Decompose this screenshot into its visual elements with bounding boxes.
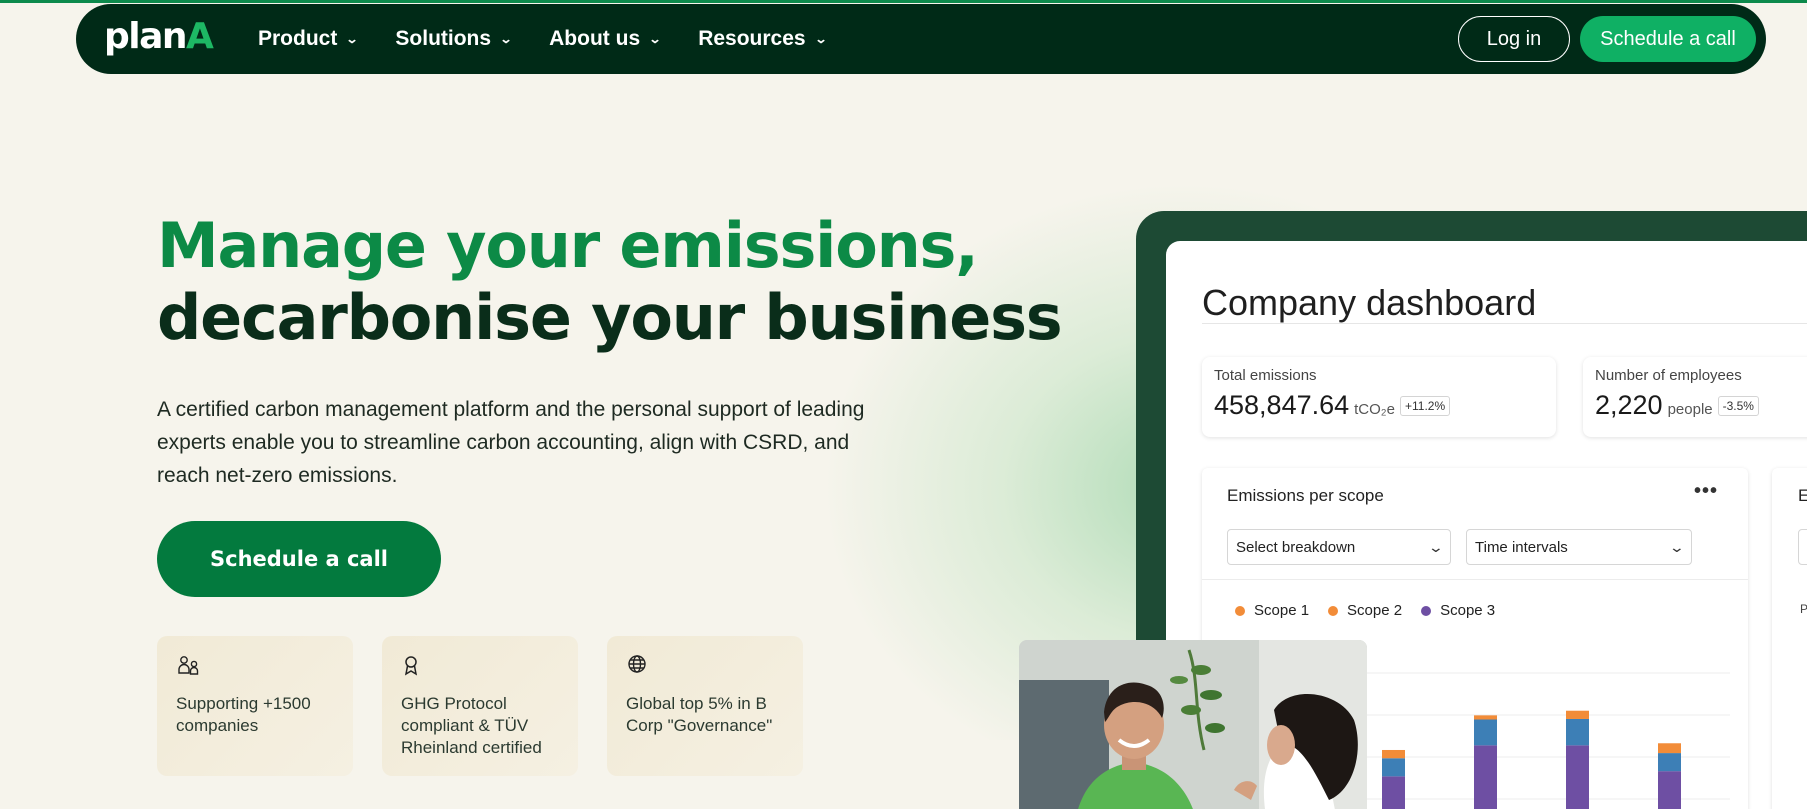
- bar-scope-3[interactable]: [1566, 745, 1589, 809]
- bar-scope-3[interactable]: [1474, 745, 1497, 809]
- bar-scope-1[interactable]: [1658, 743, 1681, 754]
- nav-item-solutions[interactable]: Solutions ⌄: [395, 27, 513, 51]
- bar-scope-1[interactable]: [1474, 715, 1497, 720]
- main-navbar: planA Product ⌄ Solutions ⌄ About us ⌄ Reso…: [76, 4, 1766, 74]
- hero-subtitle: A certified carbon management platform a…: [157, 398, 865, 487]
- bar-scope-1[interactable]: [1382, 749, 1405, 759]
- bar-scope-2[interactable]: [1474, 719, 1497, 746]
- dashboard-divider: [1202, 323, 1807, 324]
- chevron-down-icon: ⌄: [345, 32, 359, 46]
- bar-scope-2[interactable]: [1382, 758, 1405, 777]
- feature-card-bcorp: Global top 5% in B Corp "Governance": [607, 636, 803, 776]
- bar-scope-3[interactable]: [1658, 771, 1681, 809]
- login-button[interactable]: Log in: [1458, 16, 1570, 62]
- plana-logo[interactable]: planA: [104, 16, 214, 57]
- kpi-value: 2,220: [1595, 390, 1663, 420]
- headline-line-2: decarbonise your business: [157, 281, 1063, 354]
- chevron-down-icon: ⌄: [814, 32, 828, 46]
- bar-scope-3[interactable]: [1382, 776, 1405, 809]
- bar-scope-1[interactable]: [1566, 710, 1589, 719]
- award-icon: [404, 656, 418, 676]
- chevron-down-icon: ⌄: [499, 32, 513, 46]
- feature-card-certified: GHG Protocol compliant & TÜV Rheinland c…: [382, 636, 578, 776]
- top-accent-line: [0, 0, 1807, 3]
- globe-icon: [628, 655, 646, 673]
- dashboard-title: Company dashboard: [1202, 282, 1537, 323]
- photo-people-meeting-icon: [1019, 640, 1367, 809]
- nav-menu: Product ⌄ Solutions ⌄ About us ⌄ Resources ⌄: [258, 4, 864, 74]
- kpi-value: 458,847.64: [1214, 390, 1350, 420]
- kpi-total-emissions: Total emissions 458,847.64 tCO₂e +11.2%: [1202, 357, 1556, 437]
- kpi-employees: Number of employees 2,220 people -3.5%: [1583, 357, 1807, 437]
- secondary-select[interactable]: [1798, 529, 1807, 565]
- chevron-down-icon: ⌄: [648, 32, 662, 46]
- people-icon: [178, 656, 199, 675]
- nav-item-about-us[interactable]: About us ⌄: [549, 27, 662, 51]
- nav-schedule-call-button[interactable]: Schedule a call: [1580, 16, 1756, 62]
- nav-item-product[interactable]: Product ⌄: [258, 27, 359, 51]
- secondary-panel: E P: [1772, 468, 1807, 809]
- feature-card-companies: Supporting +1500 companies: [157, 636, 353, 776]
- trend-badge: +11.2%: [1399, 395, 1451, 416]
- bar-scope-2[interactable]: [1658, 753, 1681, 772]
- trend-badge: -3.5%: [1717, 395, 1759, 416]
- team-photo: [1019, 640, 1367, 809]
- headline-line-1: Manage your emissions,: [157, 209, 979, 282]
- hero-schedule-call-button[interactable]: Schedule a call: [157, 521, 441, 597]
- hero-headline: Manage your emissions, decarbonise your …: [157, 209, 1063, 354]
- nav-item-resources[interactable]: Resources ⌄: [698, 27, 828, 51]
- bar-scope-2[interactable]: [1566, 718, 1589, 746]
